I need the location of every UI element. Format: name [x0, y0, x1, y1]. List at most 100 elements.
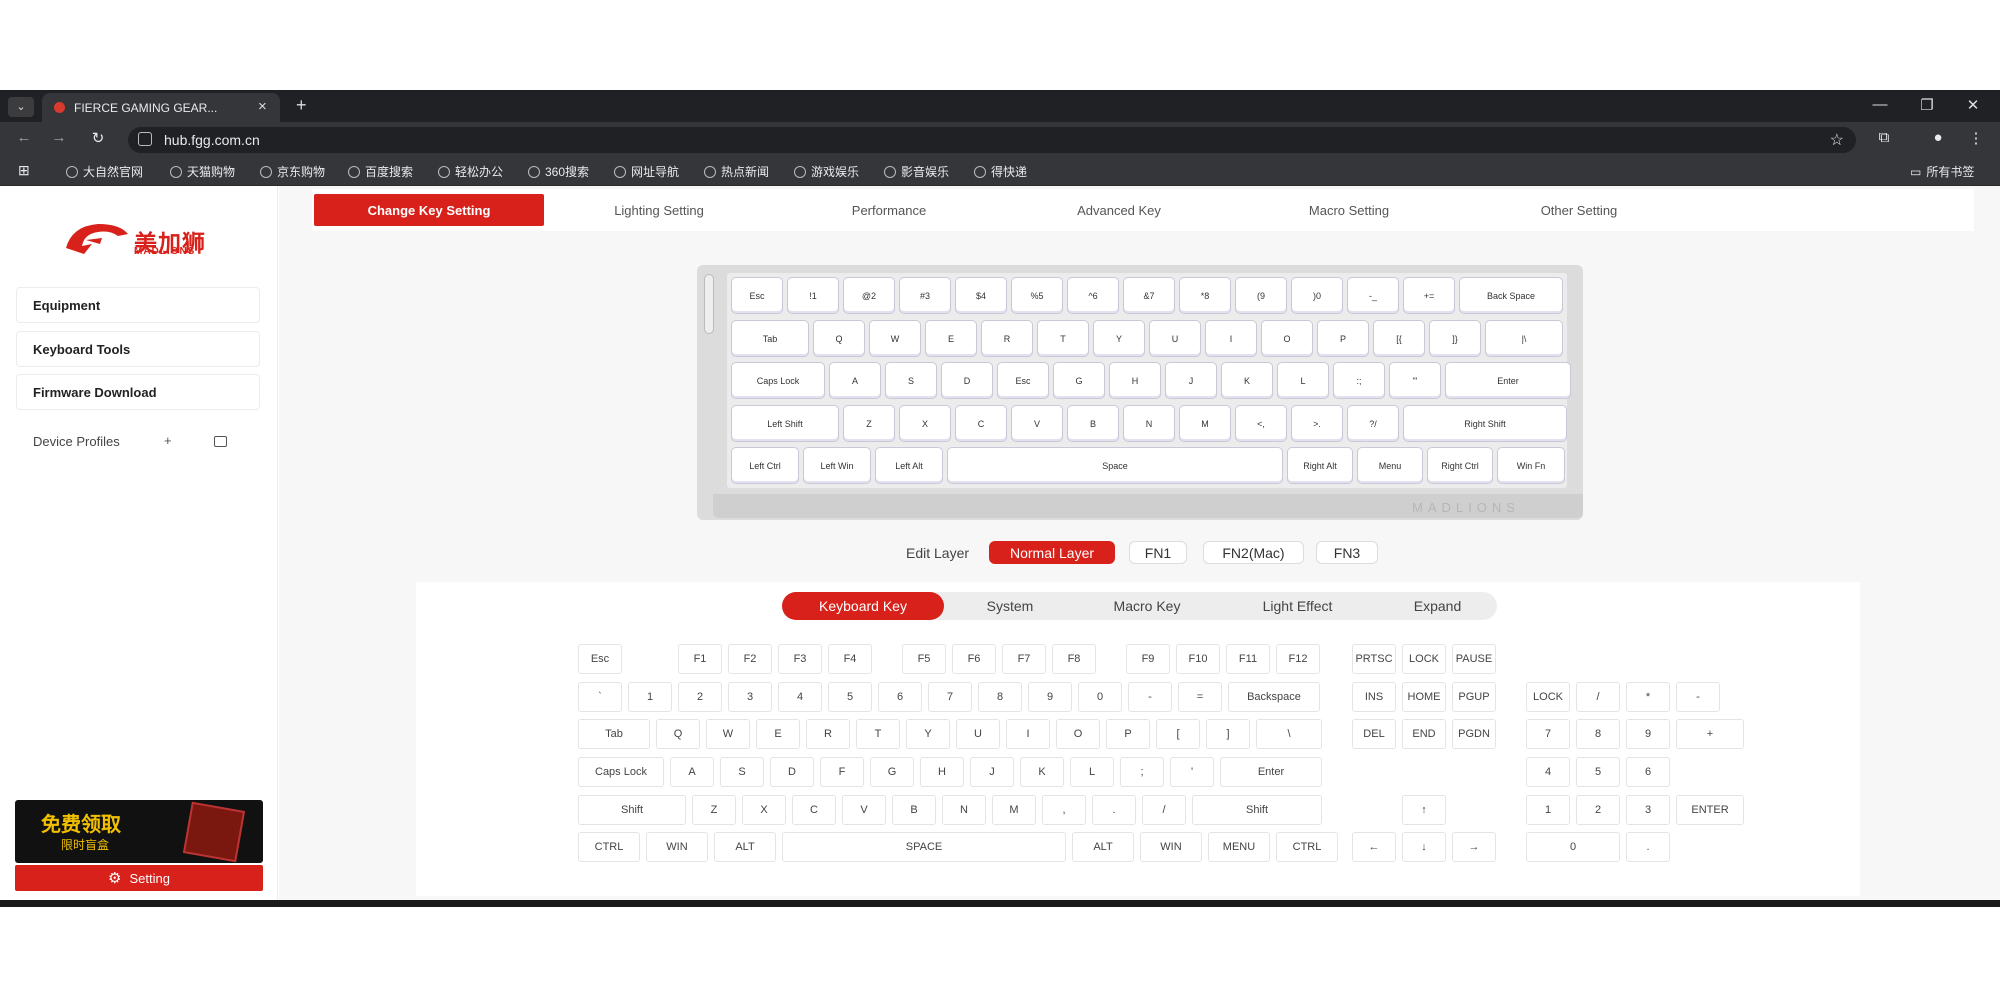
assign-key[interactable]: Enter	[1220, 757, 1322, 787]
assign-key[interactable]: HOME	[1402, 682, 1446, 712]
assign-key[interactable]: 3	[1626, 795, 1670, 825]
assign-key[interactable]: CTRL	[578, 832, 640, 862]
keyboard-key[interactable]: Esc	[731, 277, 783, 314]
keyboard-key[interactable]: G	[1053, 362, 1105, 399]
assign-key[interactable]: +	[1676, 719, 1744, 749]
keyboard-key[interactable]: "'	[1389, 362, 1441, 399]
keyboard-key[interactable]: @2	[843, 277, 895, 314]
assign-key[interactable]: R	[806, 719, 850, 749]
keyboard-key[interactable]: Caps Lock	[731, 362, 825, 399]
assign-key[interactable]: Esc	[578, 644, 622, 674]
assign-key[interactable]: S	[720, 757, 764, 787]
keyboard-key[interactable]: ^6	[1067, 277, 1119, 314]
assign-key[interactable]: T	[856, 719, 900, 749]
assign-key[interactable]: B	[892, 795, 936, 825]
keyboard-key[interactable]: Q	[813, 320, 865, 357]
bookmark-item[interactable]: 天猫购物	[170, 163, 235, 180]
keyboard-key[interactable]: Win Fn	[1497, 447, 1565, 484]
assign-key[interactable]: 0	[1526, 832, 1620, 862]
tab-other-setting[interactable]: Other Setting	[1499, 194, 1659, 226]
assign-key[interactable]: 7	[928, 682, 972, 712]
assign-key[interactable]: U	[956, 719, 1000, 749]
assign-key[interactable]: 8	[978, 682, 1022, 712]
assign-key[interactable]: 1	[1526, 795, 1570, 825]
assign-key[interactable]: F11	[1226, 644, 1270, 674]
keyboard-key[interactable]: #3	[899, 277, 951, 314]
sidebar-item-keyboard-tools[interactable]: Keyboard Tools	[16, 331, 260, 367]
assign-key[interactable]: ,	[1042, 795, 1086, 825]
assign-key[interactable]: ↓	[1402, 832, 1446, 862]
keyboard-key[interactable]: $4	[955, 277, 1007, 314]
keyboard-key[interactable]: )0	[1291, 277, 1343, 314]
keyboard-key[interactable]: Menu	[1357, 447, 1423, 484]
keyboard-key[interactable]: !1	[787, 277, 839, 314]
assign-key[interactable]: LOCK	[1526, 682, 1570, 712]
assign-key[interactable]: INS	[1352, 682, 1396, 712]
assign-key[interactable]: ←	[1352, 832, 1396, 862]
close-tab-icon[interactable]: ×	[258, 98, 267, 115]
bookmark-item[interactable]: 百度搜索	[348, 163, 413, 180]
assign-key[interactable]: 9	[1626, 719, 1670, 749]
assign-key[interactable]: 3	[728, 682, 772, 712]
setting-button[interactable]: ⚙ Setting	[15, 865, 263, 891]
assign-key[interactable]: G	[870, 757, 914, 787]
keyboard-key[interactable]: M	[1179, 405, 1231, 442]
assign-key[interactable]: 6	[1626, 757, 1670, 787]
keyboard-key[interactable]: T	[1037, 320, 1089, 357]
assign-key[interactable]: /	[1576, 682, 1620, 712]
assign-key[interactable]: -	[1676, 682, 1720, 712]
keyboard-key[interactable]: |\	[1485, 320, 1563, 357]
keyboard-key[interactable]: +=	[1403, 277, 1455, 314]
assign-key[interactable]: PGUP	[1452, 682, 1496, 712]
profile-icon[interactable]: ●	[1926, 129, 1950, 146]
tab-performance[interactable]: Performance	[809, 194, 969, 226]
restore-icon[interactable]: ❐	[1907, 96, 1947, 114]
assign-key[interactable]: .	[1626, 832, 1670, 862]
tab-advanced-key[interactable]: Advanced Key	[1039, 194, 1199, 226]
assign-key[interactable]: 5	[828, 682, 872, 712]
minimize-icon[interactable]: —	[1860, 96, 1900, 113]
assign-key[interactable]: 7	[1526, 719, 1570, 749]
keyboard-key[interactable]: P	[1317, 320, 1369, 357]
keyboard-key[interactable]: N	[1123, 405, 1175, 442]
site-info-icon[interactable]	[138, 132, 152, 146]
assign-key[interactable]: F2	[728, 644, 772, 674]
assign-key[interactable]: 5	[1576, 757, 1620, 787]
assign-key[interactable]: ENTER	[1676, 795, 1744, 825]
keyboard-key[interactable]: K	[1221, 362, 1273, 399]
keyboard-key[interactable]: C	[955, 405, 1007, 442]
keyboard-key[interactable]: Z	[843, 405, 895, 442]
keyboard-key[interactable]: Back Space	[1459, 277, 1563, 314]
keyboard-key[interactable]: :;	[1333, 362, 1385, 399]
assign-key[interactable]: 1	[628, 682, 672, 712]
sidebar-item-equipment[interactable]: Equipment	[16, 287, 260, 323]
assign-key[interactable]: `	[578, 682, 622, 712]
assign-key[interactable]: K	[1020, 757, 1064, 787]
assign-key[interactable]: C	[792, 795, 836, 825]
bookmark-item[interactable]: 轻松办公	[438, 163, 503, 180]
assign-key[interactable]: MENU	[1208, 832, 1270, 862]
assign-key[interactable]: WIN	[1140, 832, 1202, 862]
keyboard-key[interactable]: O	[1261, 320, 1313, 357]
tab-light-effect[interactable]: Light Effect	[1240, 592, 1355, 620]
keyboard-key[interactable]: U	[1149, 320, 1201, 357]
assign-key[interactable]: O	[1056, 719, 1100, 749]
keyboard-key[interactable]: Tab	[731, 320, 809, 357]
assign-key[interactable]: Z	[692, 795, 736, 825]
tab-keyboard-key[interactable]: Keyboard Key	[782, 592, 944, 620]
keyboard-key[interactable]: V	[1011, 405, 1063, 442]
forward-icon[interactable]: →	[47, 129, 71, 146]
keyboard-key[interactable]: Right Ctrl	[1427, 447, 1493, 484]
keyboard-key[interactable]: A	[829, 362, 881, 399]
tab-macro-key[interactable]: Macro Key	[1092, 592, 1202, 620]
promo-banner[interactable]: 免费领取 限时盲盒	[15, 800, 263, 863]
assign-key[interactable]: V	[842, 795, 886, 825]
save-profile-icon[interactable]	[214, 436, 227, 447]
keyboard-key[interactable]: Space	[947, 447, 1283, 484]
keyboard-key[interactable]: Enter	[1445, 362, 1571, 399]
bookmark-item[interactable]: 网址导航	[614, 163, 679, 180]
assign-key[interactable]: \	[1256, 719, 1322, 749]
keyboard-key[interactable]: D	[941, 362, 993, 399]
assign-key[interactable]: SPACE	[782, 832, 1066, 862]
assign-key[interactable]: Shift	[578, 795, 686, 825]
